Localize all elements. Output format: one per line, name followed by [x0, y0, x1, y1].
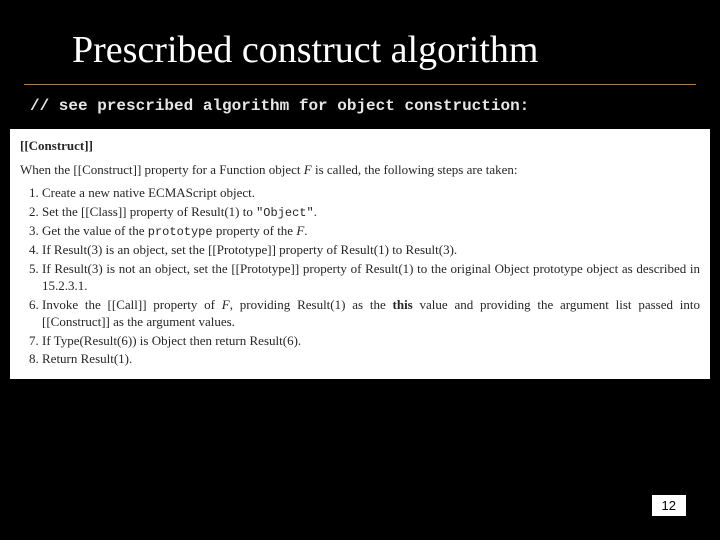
spec-steps: Create a new native ECMAScript object. S…	[20, 184, 700, 368]
step-bold: this	[393, 297, 413, 312]
step-text: Create a new native ECMAScript object.	[42, 185, 255, 200]
code-comment: // see prescribed algorithm for object c…	[0, 85, 720, 123]
step-italic: F	[222, 297, 230, 312]
step-text: If Result(3) is not an object, set the […	[42, 261, 700, 294]
spec-step: Create a new native ECMAScript object.	[42, 184, 700, 202]
slide: Prescribed construct algorithm // see pr…	[0, 0, 720, 540]
spec-step: Invoke the [[Call]] property of F, provi…	[42, 296, 700, 331]
spec-excerpt: [[Construct]] When the [[Construct]] pro…	[10, 129, 710, 379]
step-text: property of the	[213, 223, 297, 238]
spec-intro-f: F	[304, 162, 312, 177]
spec-heading: [[Construct]]	[20, 137, 700, 155]
spec-step: If Result(3) is an object, set the [[Pro…	[42, 241, 700, 259]
step-text: Get the value of the	[42, 223, 148, 238]
step-text: .	[314, 204, 317, 219]
step-text: , providing Result(1) as the	[230, 297, 393, 312]
spec-step: Set the [[Class]] property of Result(1) …	[42, 203, 700, 221]
spec-step: If Result(3) is not an object, set the […	[42, 260, 700, 295]
spec-step: Return Result(1).	[42, 350, 700, 368]
step-text: If Type(Result(6)) is Object then return…	[42, 333, 301, 348]
step-text: If Result(3) is an object, set the [[Pro…	[42, 242, 457, 257]
page-number: 12	[652, 495, 686, 516]
step-mono: prototype	[148, 225, 213, 239]
step-text: Invoke the [[Call]] property of	[42, 297, 222, 312]
spec-intro-p2: is called, the following steps are taken…	[312, 162, 518, 177]
step-text: Set the [[Class]] property of Result(1) …	[42, 204, 256, 219]
spec-intro-p1: When the [[Construct]] property for a Fu…	[20, 162, 304, 177]
step-text: Return Result(1).	[42, 351, 132, 366]
spec-intro: When the [[Construct]] property for a Fu…	[20, 161, 700, 179]
spec-step: If Type(Result(6)) is Object then return…	[42, 332, 700, 350]
step-text: .	[304, 223, 307, 238]
step-mono: "Object"	[256, 206, 314, 220]
spec-step: Get the value of the prototype property …	[42, 222, 700, 240]
slide-title: Prescribed construct algorithm	[0, 0, 720, 80]
